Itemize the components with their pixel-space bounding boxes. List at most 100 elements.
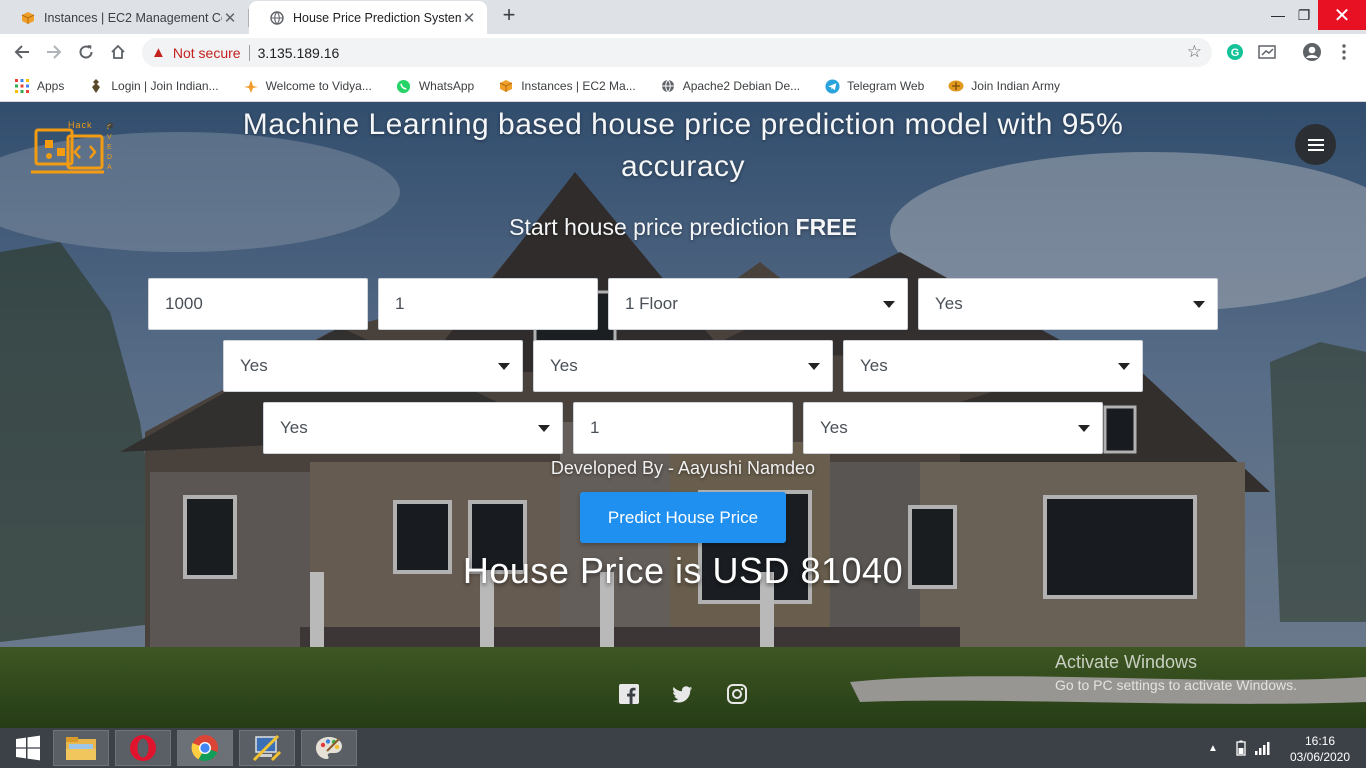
bookmark-star-icon[interactable]: ☆ [1187,42,1202,62]
instagram-icon[interactable] [726,683,748,705]
close-tab-icon[interactable]: ✕ [461,9,477,27]
tab-title: House Price Prediction System [293,10,461,25]
whatsapp-icon [396,78,412,94]
bedrooms-input[interactable]: 1 [378,278,598,330]
windows-taskbar: ▲ 16:16 03/06/2020 [0,728,1366,768]
tab-ec2-instances[interactable]: Instances | EC2 Management Cor ✕ [0,1,248,34]
area-input[interactable]: 1000 [148,278,368,330]
bookmark-apps[interactable]: Apps [14,78,64,94]
caret-down-icon [538,425,550,432]
twitter-icon[interactable] [672,683,694,705]
file-explorer-taskbar-button[interactable] [53,730,109,766]
chevron-up-icon: ▲ [1208,742,1218,754]
svg-text:V: V [107,134,112,141]
tab-title: Instances | EC2 Management Cor [44,10,222,25]
facebook-icon[interactable] [618,683,640,705]
home-icon [111,44,125,59]
feature-select-value: Yes [550,356,578,375]
bookmark-ec2[interactable]: Instances | EC2 Ma... [498,78,636,94]
count-input[interactable]: 1 [573,402,793,454]
bookmarks-bar: Apps Login | Join Indian... Welcome to V… [0,71,1366,102]
svg-text:Hack: Hack [68,120,93,130]
feature-select-4[interactable]: Yes [843,340,1143,392]
page-headline: Machine Learning based house price predi… [242,108,1124,183]
hamburger-line [1307,138,1324,141]
caret-down-icon [1118,363,1130,370]
bookmark-telegram[interactable]: Telegram Web [824,78,924,94]
signal-strength-icon[interactable] [1255,728,1271,768]
close-window-button[interactable]: ✕ [1318,0,1366,30]
folder-icon [66,737,96,760]
opera-icon [130,735,156,761]
bookmark-label: Instances | EC2 Ma... [521,79,636,93]
hamburger-menu-button[interactable] [1295,124,1336,165]
back-button[interactable] [8,38,36,66]
caret-down-icon [808,363,820,370]
developer-credit: Developed By - Aayushi Namdeo [550,458,816,478]
reload-button[interactable] [72,38,100,66]
subhead-free: FREE [795,214,857,240]
address-bar[interactable]: ▲ Not secure 3.135.189.16 ☆ [142,38,1212,67]
bookmark-vidya[interactable]: Welcome to Vidya... [243,78,372,94]
svg-text:A: A [107,164,112,171]
subhead-text: Start house price prediction [509,214,796,240]
security-label[interactable]: Not secure [173,45,241,61]
reload-icon [79,45,93,59]
feature-select-5[interactable]: Yes [263,402,563,454]
feature-select-2[interactable]: Yes [223,340,523,392]
paint-palette-icon [316,737,342,759]
feature-select-value: Yes [820,418,848,437]
cast-icon[interactable] [1257,42,1277,62]
caret-down-icon [1078,425,1090,432]
network-tool-taskbar-button[interactable] [239,730,295,766]
url-text[interactable]: 3.135.189.16 [258,45,340,61]
clock-time: 16:16 [1304,734,1336,748]
feature-select-value: Yes [240,356,268,375]
tab-house-price[interactable]: House Price Prediction System ✕ [249,1,487,34]
close-tab-icon[interactable]: ✕ [222,9,238,27]
hackveda-logo[interactable]: Hack 🎓 V E D A [28,112,114,178]
forward-arrow-icon [47,45,62,59]
chrome-taskbar-button[interactable] [177,730,233,766]
clock-date: 03/06/2020 [1289,750,1351,764]
profile-avatar-icon[interactable] [1302,42,1322,62]
caret-down-icon [498,363,510,370]
predict-house-price-button[interactable]: Predict House Price [580,492,786,543]
feature-select-6[interactable]: Yes [803,402,1103,454]
back-arrow-icon [14,45,29,59]
opera-taskbar-button[interactable] [115,730,171,766]
feature-select-1[interactable]: Yes [918,278,1218,330]
svg-text:🎓: 🎓 [106,122,114,130]
area-input-value: 1000 [165,294,203,313]
taskbar-clock[interactable]: 16:16 03/06/2020 [1282,733,1358,765]
bookmark-label: Login | Join Indian... [111,79,219,93]
feature-select-3[interactable]: Yes [533,340,833,392]
telegram-icon [824,78,840,94]
new-tab-button[interactable]: + [497,4,521,28]
hamburger-line [1307,143,1324,146]
watermark-title: Activate Windows [1055,652,1198,672]
bookmark-join-indian[interactable]: Login | Join Indian... [88,78,219,94]
windows-logo-icon [16,735,40,761]
caret-down-icon [1193,301,1205,308]
bookmark-label: Apache2 Debian De... [682,79,801,93]
show-hidden-icons-button[interactable]: ▲ [1208,728,1218,768]
bookmark-apache[interactable]: Apache2 Debian De... [660,78,800,94]
battery-icon[interactable] [1236,728,1246,768]
count-input-value: 1 [590,418,600,437]
bookmark-join-army[interactable]: Join Indian Army [948,78,1060,94]
vidya-icon [243,78,259,94]
floors-select[interactable]: 1 Floor [608,278,908,330]
grammarly-icon[interactable]: G [1225,42,1245,62]
paint-taskbar-button[interactable] [301,730,357,766]
kebab-menu-icon[interactable] [1334,42,1354,62]
bookmark-whatsapp[interactable]: WhatsApp [396,78,474,94]
svg-text:E: E [107,144,112,151]
web-page: Hack 🎓 V E D A Machine Learning based ho… [0,102,1366,728]
forward-button[interactable] [40,38,68,66]
watermark-subtitle: Go to PC settings to activate Windows. [1055,677,1297,693]
aws-box-icon [20,10,36,26]
start-button[interactable] [0,730,56,766]
hamburger-line [1307,148,1324,151]
home-button[interactable] [104,38,132,66]
